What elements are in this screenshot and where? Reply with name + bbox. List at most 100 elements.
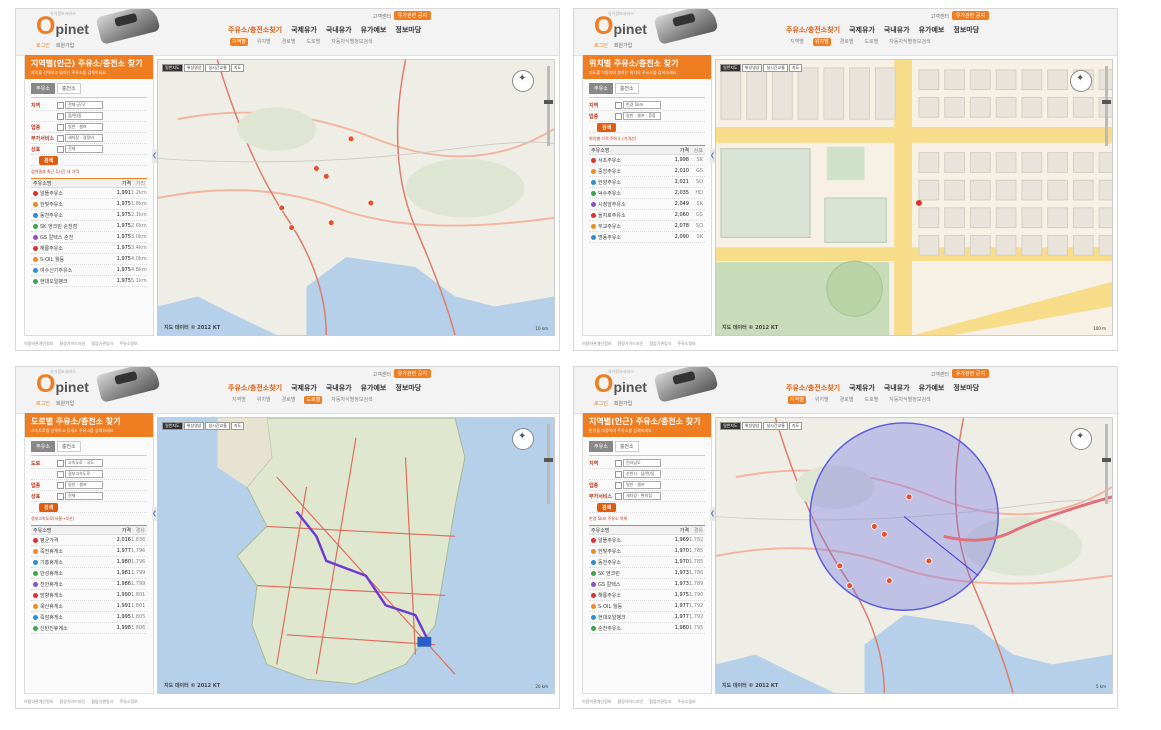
zoom-slider[interactable] [544, 66, 553, 146]
table-row[interactable]: 동천주유소 1,975 2.1km [31, 210, 147, 221]
footer-link[interactable]: 주유소정보 [119, 699, 137, 704]
form-control[interactable]: 일반 · 셀프 · 혼합 [615, 112, 664, 120]
sub-nav-tab[interactable]: 도로별 [304, 38, 322, 46]
form-control[interactable]: 반경 1km [615, 101, 664, 109]
map-type-button[interactable]: 실시간교통 [205, 422, 230, 430]
sub-nav-tab[interactable]: 도로별 [862, 396, 880, 404]
checkbox[interactable] [57, 134, 64, 142]
footer-link[interactable]: 협업기관링크 [649, 341, 671, 346]
footer-link[interactable]: 협업기관링크 [91, 699, 113, 704]
station-name[interactable]: 무교주유소 [598, 224, 621, 230]
footer-link[interactable]: 이용약관개인정보 [582, 699, 611, 704]
column-header[interactable]: 가격 [105, 180, 131, 187]
notice-badge[interactable]: 유가관련 공지 [393, 369, 431, 378]
station-name[interactable]: 덕수주유소 [598, 191, 621, 197]
checkbox[interactable] [615, 492, 622, 500]
table-row[interactable]: 명동주유소 2,090 SK [589, 232, 705, 243]
account-link[interactable]: 회원가입 [56, 43, 74, 49]
checkbox[interactable] [57, 123, 64, 131]
map-type-button[interactable]: 일반지도 [720, 422, 741, 430]
checkbox[interactable] [57, 145, 64, 153]
table-row[interactable]: 현대오일뱅크 1,975 5.1km [31, 276, 147, 287]
station-name[interactable]: GS 칼텍스 [598, 582, 620, 588]
table-row[interactable]: 기흥휴게소 1,980 1,796 [31, 557, 147, 568]
form-control[interactable]: 경부고속도로 [57, 470, 106, 478]
pan-control-icon[interactable] [1070, 428, 1092, 450]
customer-center-link[interactable]: 고객센터 [373, 371, 391, 378]
table-row[interactable]: 죽전휴게소 1,977 1,796 [31, 546, 147, 557]
footer-link[interactable]: 이용약관개인정보 [582, 341, 611, 346]
station-name[interactable]: SK 엔크린 순천점 [40, 224, 77, 230]
map-view[interactable]: 일반지도위성영상실시간교통지도지도 데이터 © 2012 KT 20 km [157, 417, 555, 694]
form-select[interactable]: 읍/면/동 [65, 112, 103, 120]
sub-nav-tab[interactable]: 경로별 [280, 396, 298, 404]
main-nav-item[interactable]: 유가예보 [361, 26, 387, 34]
station-name[interactable]: 명동주유소 [598, 235, 621, 241]
form-select[interactable]: 반경 1km [623, 101, 661, 109]
station-name[interactable]: 안성휴게소 [40, 571, 63, 577]
main-nav-item[interactable]: 주유소/충전소찾기 [786, 26, 840, 34]
station-type-tab[interactable]: 충전소 [614, 441, 639, 452]
main-nav-item[interactable]: 국제유가 [849, 26, 875, 34]
table-row[interactable]: 옥산휴게소 1,991 1,801 [31, 601, 147, 612]
notice-badge[interactable]: 유가관련 공지 [951, 11, 989, 20]
station-name[interactable]: 죽암휴게소 [40, 615, 63, 621]
station-name[interactable]: 순천주유소 [598, 626, 621, 632]
account-link[interactable]: 로그인 [594, 401, 608, 407]
sub-nav-tab[interactable]: 자동차식별정보검색 [887, 396, 932, 404]
account-link[interactable]: 회원가입 [614, 401, 632, 407]
main-nav-item[interactable]: 국내유가 [326, 384, 352, 392]
main-nav-item[interactable]: 유가예보 [361, 384, 387, 392]
station-name[interactable]: 중앙주유소 [598, 169, 621, 175]
form-control[interactable]: 전라남도 [615, 459, 664, 467]
station-name[interactable]: 옥산휴게소 [40, 604, 63, 610]
map-type-button[interactable]: 지도 [788, 422, 803, 430]
checkbox[interactable] [57, 481, 64, 489]
opinet-logo[interactable]: 유가정보서비스 Opinet [594, 11, 647, 39]
table-row[interactable]: 알뜰주유소 1,991 1.2km [31, 188, 147, 199]
footer-link[interactable]: 환경가이드라인 [617, 699, 643, 704]
footer-link[interactable]: 환경가이드라인 [617, 341, 643, 346]
form-control[interactable]: 고속도로 · 국도 [57, 459, 106, 467]
form-control[interactable]: 읍/면/동 [57, 112, 106, 120]
checkbox[interactable] [57, 459, 64, 467]
column-header[interactable]: 주유소명 [31, 527, 105, 534]
map-type-button[interactable]: 실시간교통 [205, 64, 230, 72]
table-row[interactable]: 신탄진휴게소 1,998 1,806 [31, 623, 147, 634]
sub-nav-tab[interactable]: 위치별 [255, 38, 273, 46]
table-row[interactable]: GS 칼텍스 1,973 1,789 [589, 579, 705, 590]
customer-center-link[interactable]: 고객센터 [373, 13, 391, 20]
table-row[interactable]: 죽암휴게소 1,995 1,805 [31, 612, 147, 623]
station-name[interactable]: 현대오일뱅크 [40, 279, 68, 285]
column-header[interactable]: 상표 [689, 147, 705, 154]
station-name[interactable]: 한빛주유소 [598, 549, 621, 555]
footer-link[interactable]: 환경가이드라인 [59, 341, 85, 346]
station-name[interactable]: 을지로주유소 [598, 213, 626, 219]
table-row[interactable]: 해룡주유소 1,975 1,790 [589, 590, 705, 601]
footer-link[interactable]: 주유소정보 [677, 699, 695, 704]
form-control[interactable]: 전체 [57, 492, 106, 500]
footer-link[interactable]: 주유소정보 [119, 341, 137, 346]
checkbox[interactable] [615, 481, 622, 489]
station-name[interactable]: 동천주유소 [40, 213, 63, 219]
main-nav-item[interactable]: 유가예보 [919, 26, 945, 34]
sub-nav-tab[interactable]: 자동차식별정보검색 [887, 38, 932, 46]
table-row[interactable]: S-OIL 월등 1,977 1,792 [589, 601, 705, 612]
table-row[interactable]: S-OIL 월등 1,975 4.0km [31, 254, 147, 265]
station-name[interactable]: 알뜰주유소 [40, 191, 63, 197]
main-nav-item[interactable]: 주유소/충전소찾기 [228, 384, 282, 392]
sub-nav-tab[interactable]: 지역별 [788, 38, 806, 46]
table-row[interactable]: 천안휴게소 1,986 1,799 [31, 579, 147, 590]
checkbox[interactable] [615, 112, 622, 120]
main-nav-item[interactable]: 국내유가 [884, 26, 910, 34]
station-type-tab[interactable]: 주유소 [589, 441, 613, 452]
map-type-button[interactable]: 위성영상 [183, 64, 205, 72]
opinet-logo[interactable]: 유가정보서비스 Opinet [36, 369, 89, 397]
form-select[interactable]: 세차장 · 경정비 [65, 134, 103, 142]
form-select[interactable]: 일반 · 셀프 [65, 123, 103, 131]
checkbox[interactable] [57, 492, 64, 500]
pan-control-icon[interactable] [512, 70, 534, 92]
main-nav-item[interactable]: 주유소/충전소찾기 [786, 384, 840, 392]
map-type-button[interactable]: 실시간교통 [763, 422, 788, 430]
table-row[interactable]: 안성휴게소 1,981 1,799 [31, 568, 147, 579]
